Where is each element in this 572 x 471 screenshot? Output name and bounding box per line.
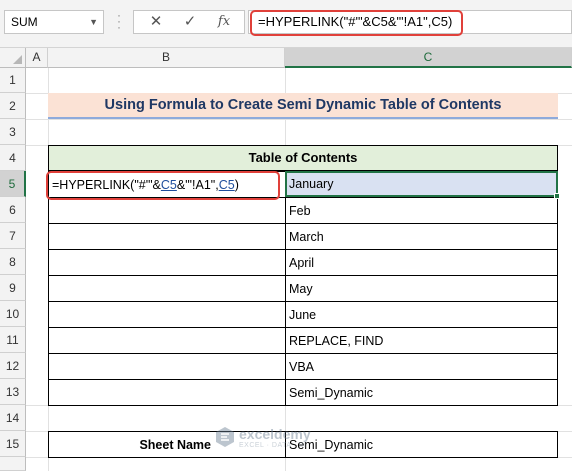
formula-highlight-box [250, 10, 463, 36]
exceldemy-watermark: exceldemy EXCEL · DATA · BI [215, 424, 345, 454]
cell-b13[interactable] [48, 379, 286, 406]
sheet-title[interactable]: Using Formula to Create Semi Dynamic Tab… [48, 93, 558, 119]
gridline [26, 119, 572, 120]
row-header-2[interactable]: 2 [0, 93, 26, 119]
cell-c10[interactable]: June [285, 301, 558, 328]
row-header-8[interactable]: 8 [0, 249, 26, 275]
row-header-13[interactable]: 13 [0, 379, 26, 405]
watermark-tagline: EXCEL · DATA · BI [239, 442, 307, 449]
exceldemy-logo-icon [216, 427, 234, 447]
row-header-10[interactable]: 10 [0, 301, 26, 327]
watermark-brand: exceldemy [239, 426, 311, 442]
cell-b6[interactable] [48, 197, 286, 224]
row-header-12[interactable]: 12 [0, 353, 26, 379]
row-header-9[interactable]: 9 [0, 275, 26, 301]
toc-header[interactable]: Table of Contents [48, 145, 558, 171]
cell-c11[interactable]: REPLACE, FIND [285, 327, 558, 354]
cell-highlight-box [46, 171, 280, 200]
cell-c12[interactable]: VBA [285, 353, 558, 380]
cell-c13[interactable]: Semi_Dynamic [285, 379, 558, 406]
cell-b7[interactable] [48, 223, 286, 250]
row-header-5[interactable]: 5 [0, 171, 26, 197]
cell-c5[interactable]: January [286, 171, 556, 197]
fill-handle[interactable] [554, 193, 560, 199]
cell-b10[interactable] [48, 301, 286, 328]
column-header-c[interactable]: C [285, 48, 572, 68]
cell-b8[interactable] [48, 249, 286, 276]
enter-icon[interactable]: ✓ [172, 11, 208, 33]
row-header-15[interactable]: 15 [0, 431, 26, 457]
name-box-value: SUM [11, 15, 38, 29]
chevron-down-icon[interactable]: ▼ [89, 11, 98, 33]
row-header-11[interactable]: 11 [0, 327, 26, 353]
cancel-icon[interactable]: ✕ [138, 11, 174, 33]
row-header-3[interactable]: 3 [0, 119, 26, 145]
row-header-14[interactable]: 14 [0, 405, 26, 431]
row-header-1[interactable]: 1 [0, 68, 26, 93]
cell-c7[interactable]: March [285, 223, 558, 250]
cell-b11[interactable] [48, 327, 286, 354]
select-all-button[interactable] [0, 48, 26, 68]
row-header-4[interactable]: 4 [0, 145, 26, 171]
name-box[interactable]: SUM ▼ [4, 10, 104, 34]
formula-buttons: ✕ ✓ fx [133, 10, 245, 34]
column-header-b[interactable]: B [48, 48, 285, 68]
cell-c9[interactable]: May [285, 275, 558, 302]
cell-c6[interactable]: Feb [285, 197, 558, 224]
insert-function-icon[interactable]: fx [206, 11, 242, 33]
row-header-7[interactable]: 7 [0, 223, 26, 249]
resize-handle-icon[interactable]: · · · [116, 9, 122, 33]
cell-c8[interactable]: April [285, 249, 558, 276]
row-header-16[interactable] [0, 457, 26, 471]
cell-b12[interactable] [48, 353, 286, 380]
row-header-6[interactable]: 6 [0, 197, 26, 223]
cell-b9[interactable] [48, 275, 286, 302]
column-header-a[interactable]: A [26, 48, 48, 68]
